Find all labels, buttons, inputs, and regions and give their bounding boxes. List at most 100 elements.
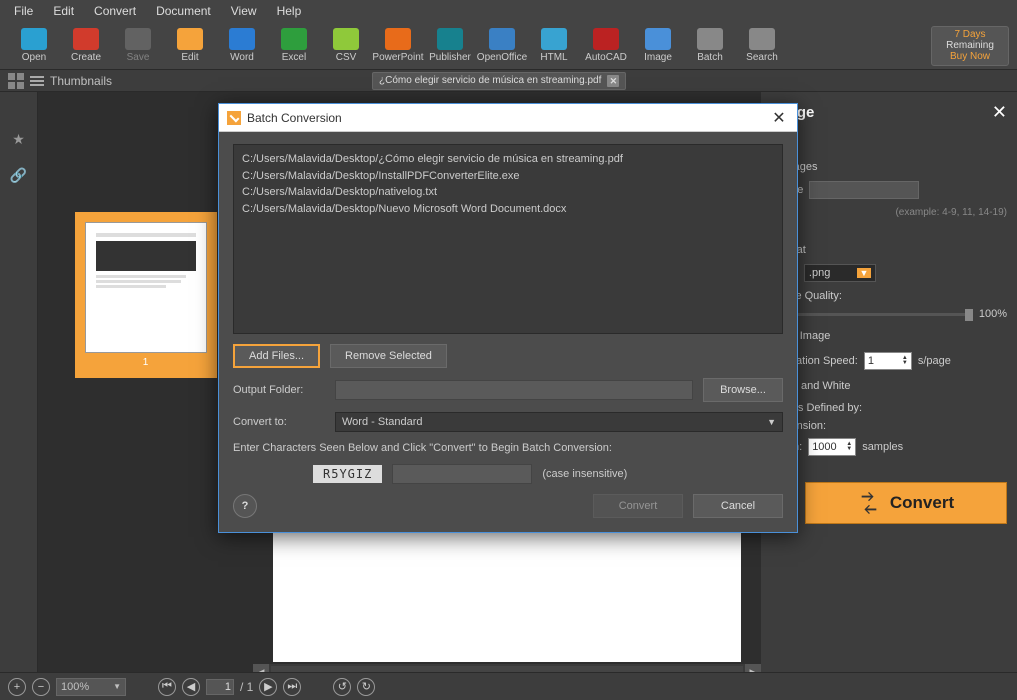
prev-page-button[interactable]: ◀ <box>182 678 200 696</box>
tool-powerpoint[interactable]: PowerPoint <box>372 28 424 63</box>
menu-bar: File Edit Convert Document View Help <box>0 0 1017 22</box>
page-number-input[interactable] <box>206 679 234 695</box>
tool-open[interactable]: Open <box>8 28 60 63</box>
list-view-icon[interactable] <box>30 76 44 86</box>
captcha-input[interactable] <box>392 464 532 484</box>
width-input[interactable]: 1000 ▲▼ <box>808 438 856 456</box>
grid-view-icon[interactable] <box>8 73 24 89</box>
menu-view[interactable]: View <box>221 4 267 18</box>
toolbar: Open Create SaveEdit Word Excel CSVPowerPoint… <box>0 22 1017 70</box>
file-list-item[interactable]: C:/Users/Malavida/Desktop/InstallPDFConv… <box>242 168 774 185</box>
tool-label: Image <box>644 52 672 63</box>
dialog-cancel-button[interactable]: Cancel <box>693 494 783 518</box>
tool-image[interactable]: Image <box>632 28 684 63</box>
dropdown-caret-icon: ▼ <box>767 417 776 427</box>
tool-openoffice[interactable]: OpenOffice <box>476 28 528 63</box>
buy-now-panel[interactable]: 7 Days Remaining Buy Now <box>931 26 1009 66</box>
case-insensitive-label: (case insensitive) <box>542 468 627 480</box>
attachment-icon[interactable]: 🔗 <box>8 164 30 186</box>
tool-label: Create <box>71 52 101 63</box>
close-panel-icon[interactable]: ✕ <box>992 102 1007 123</box>
tool-save[interactable]: Save <box>112 28 164 63</box>
tool-search[interactable]: Search <box>736 28 788 63</box>
tool-autocad[interactable]: AutoCAD <box>580 28 632 63</box>
tool-edit[interactable]: Edit <box>164 28 216 63</box>
format-label: Format <box>771 244 1007 256</box>
search-icon <box>749 28 775 50</box>
tool-label: Batch <box>697 52 723 63</box>
excel-icon <box>281 28 307 50</box>
captcha-display: R5YGIZ <box>313 465 382 483</box>
thumbnails-icon[interactable] <box>11 98 27 114</box>
tool-create[interactable]: Create <box>60 28 112 63</box>
word-icon <box>229 28 255 50</box>
dimension-label: Dimension: <box>771 420 1007 432</box>
tool-csv[interactable]: CSV <box>320 28 372 63</box>
tool-publisher[interactable]: Publisher <box>424 28 476 63</box>
tool-label: Publisher <box>429 52 471 63</box>
tool-label: Open <box>22 52 46 63</box>
size-defined-label: Size is Defined by: <box>771 402 1007 414</box>
page-thumbnail[interactable]: 1 <box>75 212 217 378</box>
app-logo-icon <box>227 111 241 125</box>
thumbnail-page-number: 1 <box>143 357 149 368</box>
trial-remaining: Remaining <box>932 40 1008 51</box>
all-pages-option[interactable]: All Pages <box>771 161 1007 173</box>
tool-word[interactable]: Word <box>216 28 268 63</box>
save-icon <box>125 28 151 50</box>
area-section-label: Area <box>771 137 1007 149</box>
captcha-instructions: Enter Characters Seen Below and Click "C… <box>233 442 783 454</box>
file-list[interactable]: C:/Users/Malavida/Desktop/¿Cómo elegir s… <box>233 144 783 334</box>
tool-label: Excel <box>282 52 306 63</box>
publisher-icon <box>437 28 463 50</box>
csv-icon <box>333 28 359 50</box>
remove-selected-button[interactable]: Remove Selected <box>330 344 447 368</box>
thumbnail-preview <box>85 222 207 353</box>
tool-excel[interactable]: Excel <box>268 28 320 63</box>
close-tab-icon[interactable]: ✕ <box>607 75 619 87</box>
dialog-convert-button[interactable]: Convert <box>593 494 683 518</box>
convert-to-select[interactable]: Word - Standard ▼ <box>335 412 783 432</box>
dialog-close-icon[interactable]: ✕ <box>769 108 789 128</box>
type-select[interactable]: .png ▼ <box>804 264 876 282</box>
rotate-cw-button[interactable]: ↻ <box>357 678 375 696</box>
batch-icon <box>697 28 723 50</box>
output-folder-input[interactable] <box>335 380 693 400</box>
tool-label: PowerPoint <box>372 52 423 63</box>
rotate-ccw-button[interactable]: ↺ <box>333 678 351 696</box>
samples-label: samples <box>862 441 903 453</box>
last-page-button[interactable]: ⏭ <box>283 678 301 696</box>
menu-edit[interactable]: Edit <box>43 4 84 18</box>
tool-label: Word <box>230 52 254 63</box>
thumbnails-label: Thumbnails <box>50 74 112 88</box>
file-list-item[interactable]: C:/Users/Malavida/Desktop/Nuevo Microsof… <box>242 201 774 218</box>
menu-file[interactable]: File <box>4 4 43 18</box>
tool-batch[interactable]: Batch <box>684 28 736 63</box>
add-files-button[interactable]: Add Files... <box>233 344 320 368</box>
first-page-button[interactable]: ⏮ <box>158 678 176 696</box>
convert-button[interactable]: Convert <box>805 482 1007 524</box>
menu-help[interactable]: Help <box>267 4 312 18</box>
zoom-select[interactable]: 100%▼ <box>56 678 126 696</box>
dialog-help-icon[interactable]: ? <box>233 494 257 518</box>
file-list-item[interactable]: C:/Users/Malavida/Desktop/nativelog.txt <box>242 184 774 201</box>
next-page-button[interactable]: ▶ <box>259 678 277 696</box>
left-sidebar: ★ 🔗 <box>0 92 38 680</box>
image-icon <box>645 28 671 50</box>
anim-speed-input[interactable]: 1 ▲▼ <box>864 352 912 370</box>
menu-document[interactable]: Document <box>146 4 221 18</box>
autocad-icon <box>593 28 619 50</box>
zoom-out-button[interactable]: − <box>32 678 50 696</box>
edit-icon <box>177 28 203 50</box>
range-input[interactable] <box>809 181 919 199</box>
tool-html[interactable]: HTML <box>528 28 580 63</box>
menu-convert[interactable]: Convert <box>84 4 146 18</box>
file-list-item[interactable]: C:/Users/Malavida/Desktop/¿Cómo elegir s… <box>242 151 774 168</box>
open-icon <box>21 28 47 50</box>
zoom-in-button[interactable]: + <box>8 678 26 696</box>
star-icon[interactable]: ★ <box>8 128 30 150</box>
document-tab[interactable]: ¿Cómo elegir servicio de música en strea… <box>372 72 626 90</box>
browse-button[interactable]: Browse... <box>703 378 783 402</box>
quality-slider[interactable] <box>771 313 973 316</box>
powerpoint-icon <box>385 28 411 50</box>
